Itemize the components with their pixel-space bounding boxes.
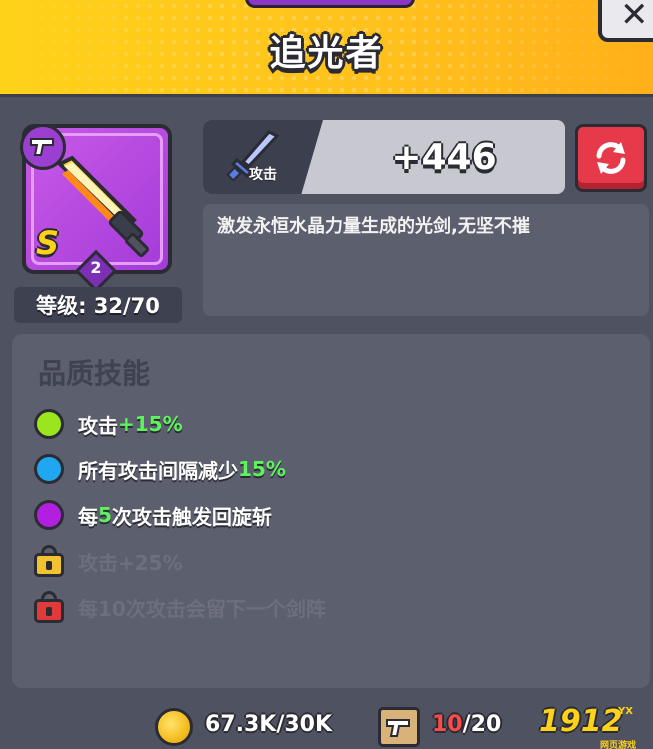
star-level-number: 2 [90, 258, 102, 277]
header-tab-decoration [245, 0, 415, 8]
weapon-level: 等级: 32/70 [14, 287, 182, 323]
skill-text: 攻击+25% [78, 550, 183, 575]
close-icon: ✕ [620, 0, 649, 35]
skill-item-locked: 攻击+25% [34, 544, 183, 578]
watermark-caption: 网页游戏 [600, 741, 637, 749]
scroll-current: 10 [432, 712, 463, 737]
skill-text: 攻击 [78, 413, 118, 438]
skill-item: 每 5 次攻击触发回旋斩 [34, 498, 272, 532]
scroll-count: 10/20 [432, 712, 501, 737]
gold-amount: 67.3K/30K [205, 712, 333, 737]
scroll-icon [378, 707, 420, 747]
attack-stat-value: +446 [391, 136, 497, 178]
refresh-button[interactable] [575, 124, 647, 192]
skill-text: 每 [78, 504, 98, 529]
skill-highlight: +15% [118, 412, 183, 436]
skill-text: 所有攻击间隔减少 [78, 458, 238, 483]
gold-coin-icon [155, 708, 193, 746]
gun-icon [30, 138, 54, 156]
skill-highlight: 15% [238, 457, 286, 481]
weapon-description: 激发永恒水晶力量生成的光剑,无坚不摧 [203, 204, 649, 316]
scroll-total: /20 [462, 712, 502, 737]
skill-item: 攻击 +15% [34, 407, 183, 441]
skill-item: 所有攻击间隔减少 15% [34, 452, 286, 486]
weapon-type-badge [20, 124, 66, 170]
skills-title: 品质技能 [38, 357, 151, 390]
rank-letter: S [36, 224, 60, 262]
skill-text: 次攻击触发回旋斩 [111, 504, 272, 529]
attack-stat-box: 攻击 +446 [203, 120, 565, 194]
skill-dot-icon [34, 409, 64, 439]
page-title: 追光者 [269, 33, 384, 74]
attack-stat-label: 攻击 [249, 167, 277, 183]
skill-dot-icon [34, 500, 64, 530]
lock-icon [34, 545, 64, 577]
watermark-sub: YX [618, 706, 633, 717]
watermark-logo: 1912 [539, 704, 623, 739]
close-button[interactable]: ✕ [598, 0, 653, 42]
gun-icon [386, 719, 410, 737]
lock-icon [34, 591, 64, 623]
skill-dot-icon [34, 454, 64, 484]
skill-item-locked: 每10次攻击会留下一个剑阵 [34, 590, 326, 624]
refresh-icon [596, 142, 626, 174]
header-bar: 追光者 ✕ [0, 0, 653, 97]
skill-highlight: 5 [98, 503, 112, 527]
skill-text: 每10次攻击会留下一个剑阵 [78, 596, 326, 621]
